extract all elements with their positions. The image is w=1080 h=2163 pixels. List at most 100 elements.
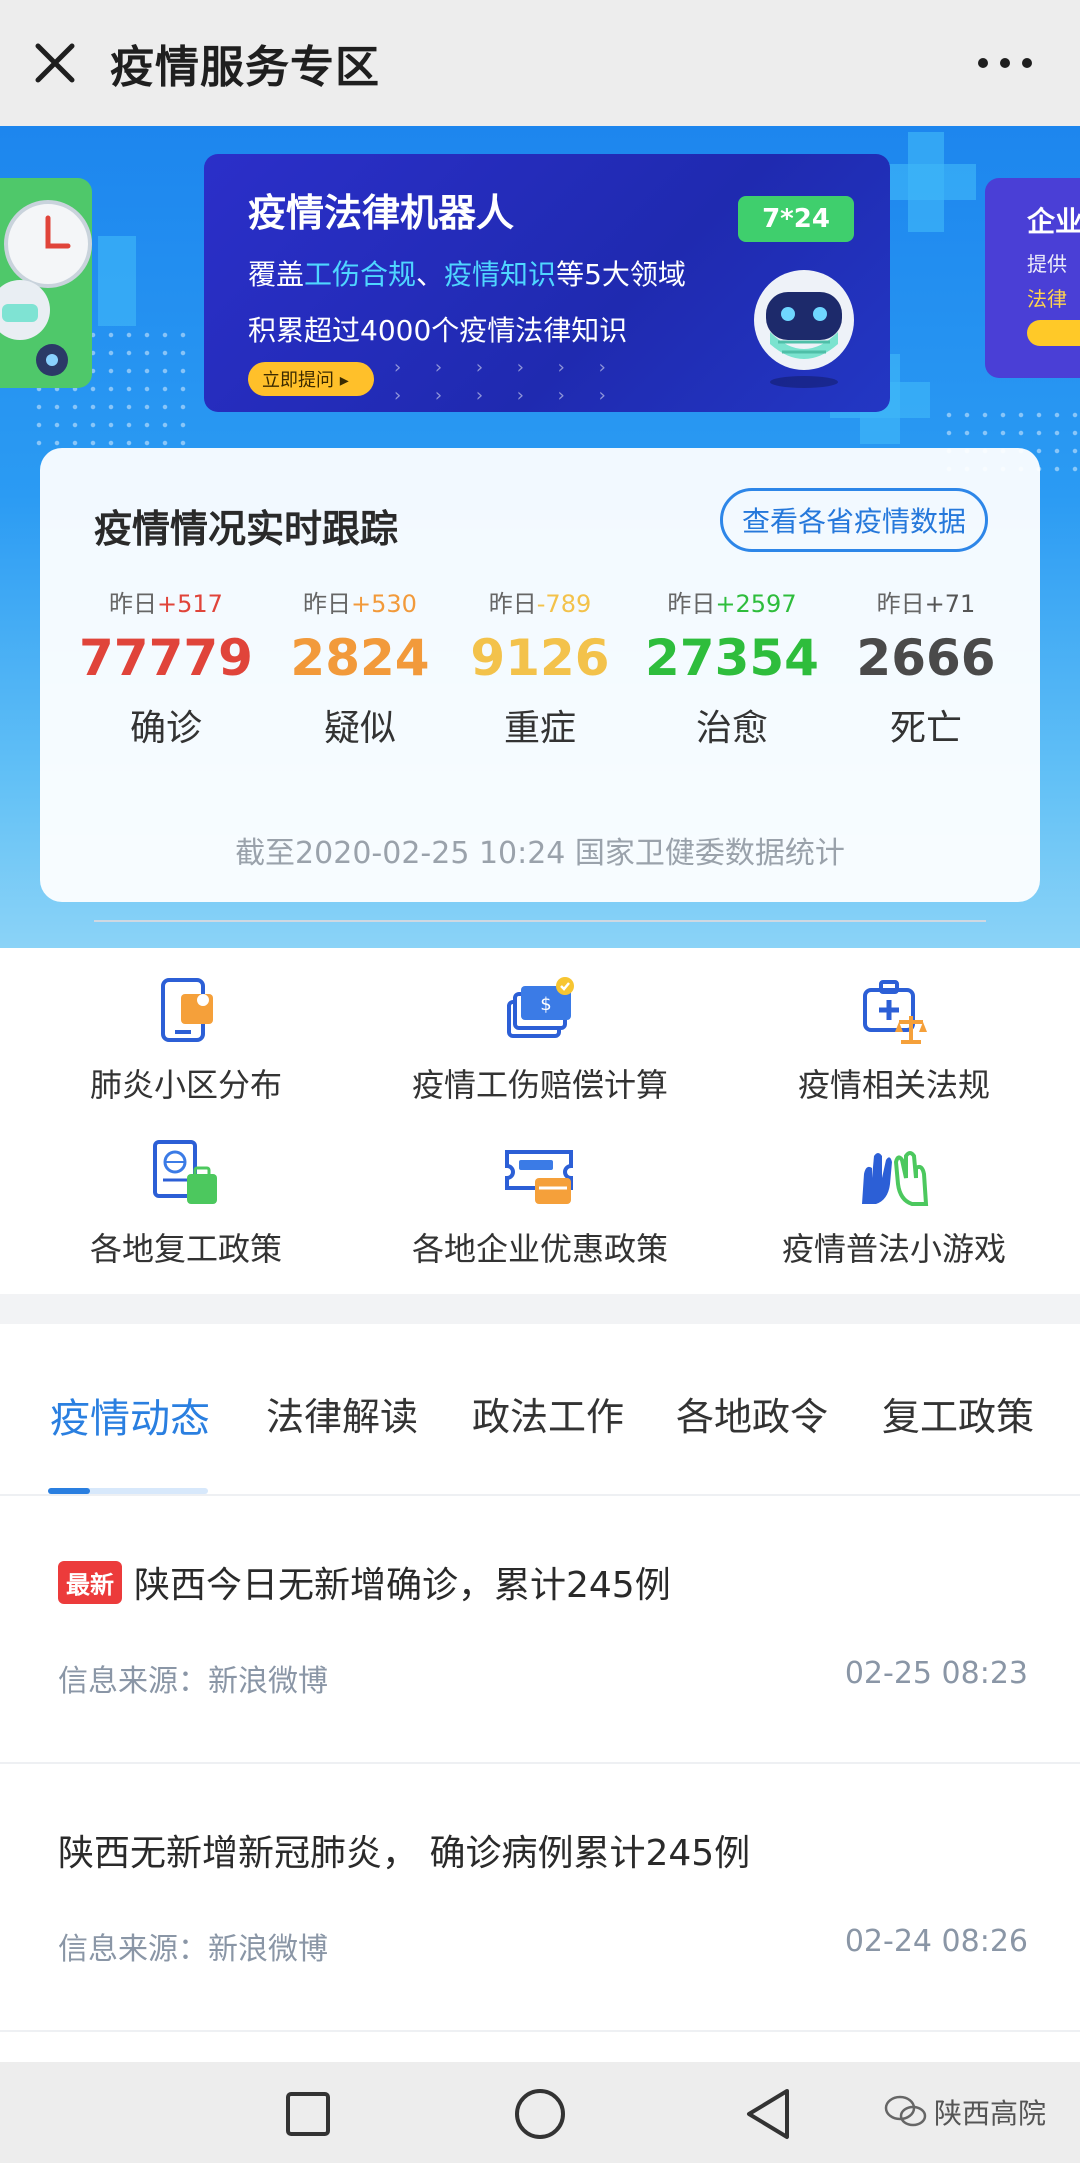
- home-button[interactable]: [510, 2084, 570, 2144]
- stat-label: 疑似: [323, 708, 396, 749]
- service-label: 疫情相关法规: [797, 1066, 990, 1104]
- news-item[interactable]: 最新 陕西今日无新增确诊，累计245例 信息来源：新浪微博 02-25 08:2…: [0, 1498, 1080, 1764]
- stat-label: 重症: [503, 708, 576, 749]
- page-title: 疫情服务专区: [110, 42, 380, 93]
- service-item-compensation-calc[interactable]: $ 疫情工伤赔偿计算: [360, 970, 720, 1106]
- clock-robot-icon: [0, 200, 92, 376]
- service-icon-wrap: [6, 970, 366, 1046]
- tab-political-legal[interactable]: 政法工作: [472, 1386, 624, 1441]
- stat-yday: 昨日+530: [260, 584, 460, 619]
- stat-yday-value: +530: [351, 590, 417, 618]
- service-icon-wrap: [714, 1134, 1074, 1210]
- stats-card: 疫情情况实时跟踪 查看各省疫情数据 昨日+517 77779 确诊 昨日+530…: [40, 448, 1040, 922]
- service-label: 疫情工伤赔偿计算: [411, 1066, 668, 1104]
- stats-source-note: 截至2020-02-25 10:24 国家卫健委数据统计: [235, 836, 845, 871]
- decor-chevrons: › › › › › › › › › › › ›: [394, 357, 620, 406]
- service-item-community-map[interactable]: 肺炎小区分布: [6, 970, 366, 1106]
- stats-title: 疫情情况实时跟踪: [94, 507, 399, 551]
- stat-yday-label: 昨日: [876, 590, 925, 618]
- ask-now-button[interactable]: 立即提问 ▸: [248, 362, 374, 396]
- service-label: 各地企业优惠政策: [411, 1230, 668, 1268]
- new-badge: 最新: [58, 1560, 122, 1604]
- svg-text:$: $: [540, 994, 551, 1015]
- side-banner-right-highlight: 法律: [1027, 287, 1067, 311]
- news-time: 02-25 08:23: [844, 1656, 1028, 1691]
- stat-severe: 昨日-789 9126 重症: [440, 584, 640, 751]
- news-source: 信息来源：新浪微博: [58, 1932, 328, 1967]
- view-provinces-button[interactable]: 查看各省疫情数据: [720, 488, 988, 552]
- service-hours-badge: 7*24: [738, 196, 854, 242]
- stat-cured: 昨日+2597 27354 治愈: [632, 584, 832, 751]
- stat-yday-label: 昨日: [303, 590, 352, 618]
- stat-value: 77779: [79, 629, 253, 687]
- back-button[interactable]: [738, 2084, 798, 2144]
- news-title: 陕西无新增新冠肺炎， 确诊病例累计245例: [58, 1824, 750, 1876]
- hero-section: 疫情法律机器人 覆盖工伤合规、疫情知识等5大领域 积累超过4000个疫情法律知识…: [0, 126, 1080, 948]
- close-icon: [35, 43, 75, 83]
- hands-game-icon: [862, 1151, 929, 1206]
- more-dots-icon: [978, 58, 1032, 68]
- robot-icon: [754, 270, 854, 388]
- news-title-text: 陕西今日无新增确诊，累计245例: [134, 1565, 671, 1606]
- ticket-card-icon: [505, 1150, 573, 1204]
- money-stack-icon: $: [507, 977, 574, 1038]
- top-bar: 疫情服务专区: [0, 0, 1080, 126]
- stat-value: 9126: [470, 629, 610, 687]
- tab-local-orders[interactable]: 各地政令: [676, 1386, 828, 1441]
- stat-yday: 昨日+2597: [632, 584, 832, 619]
- side-banner-left[interactable]: [0, 178, 92, 388]
- stat-yday-label: 昨日: [488, 590, 537, 618]
- service-label: 肺炎小区分布: [89, 1066, 282, 1104]
- news-item[interactable]: 陕西无新增新冠肺炎， 确诊病例累计245例 信息来源：新浪微博 02-24 08…: [0, 1766, 1080, 2032]
- close-button[interactable]: [0, 0, 110, 126]
- stat-label: 确诊: [129, 708, 202, 749]
- stat-yday: 昨日-789: [440, 584, 640, 619]
- decor-cross: [98, 236, 136, 326]
- tab-epidemic-news[interactable]: 疫情动态: [50, 1386, 210, 1444]
- service-icon-wrap: [6, 1134, 366, 1210]
- side-banner-right-text: 提供: [1027, 252, 1067, 276]
- stat-deaths: 昨日+71 2666 死亡: [826, 584, 1026, 751]
- service-icon-wrap: $: [360, 970, 720, 1046]
- service-item-enterprise-policy[interactable]: 各地企业优惠政策: [360, 1134, 720, 1270]
- stats-divider: [94, 920, 986, 922]
- service-item-regulations[interactable]: 疫情相关法规: [714, 970, 1074, 1106]
- news-source: 信息来源：新浪微博: [58, 1664, 328, 1699]
- stat-label: 治愈: [695, 708, 768, 749]
- watermark: 陕西高院: [884, 2092, 1046, 2132]
- side-banner-right-pill: [1027, 320, 1080, 346]
- stat-value: 2666: [856, 629, 996, 687]
- stat-yday: 昨日+71: [826, 584, 1026, 619]
- service-item-resume-work[interactable]: 各地复工政策: [6, 1134, 366, 1270]
- news-section: 疫情动态 法律解读 政法工作 各地政令 复工政策 最新 陕西今日无新增确诊，累计…: [0, 1324, 1080, 2062]
- map-pin-phone-icon: [161, 978, 213, 1042]
- robot-mascot: [744, 262, 864, 396]
- service-label: 疫情普法小游戏: [781, 1230, 1006, 1268]
- stat-value: 2824: [290, 629, 430, 687]
- tab-resume-policy[interactable]: 复工政策: [882, 1386, 1034, 1441]
- medical-law-icon: [863, 980, 927, 1044]
- service-item-law-game[interactable]: 疫情普法小游戏: [714, 1134, 1074, 1270]
- robot-banner[interactable]: 疫情法律机器人 覆盖工伤合规、疫情知识等5大领域 积累超过4000个疫情法律知识…: [204, 154, 890, 412]
- more-menu-button[interactable]: [970, 36, 1040, 90]
- stat-yday-label: 昨日: [109, 590, 158, 618]
- square-icon: [286, 2092, 330, 2136]
- service-icon-wrap: [714, 970, 1074, 1046]
- stat-yday-value: +71: [924, 590, 976, 618]
- tab-law-interpretation[interactable]: 法律解读: [266, 1386, 418, 1441]
- watermark-text: 陕西高院: [934, 2097, 1047, 2130]
- stat-confirmed: 昨日+517 77779 确诊: [66, 584, 266, 751]
- recent-apps-button[interactable]: [278, 2084, 338, 2144]
- system-nav-bar: 陕西高院: [0, 2062, 1080, 2163]
- circle-icon: [515, 2089, 565, 2139]
- stat-yday-value: -789: [536, 590, 592, 618]
- news-title: 最新 陕西今日无新增确诊，累计245例: [58, 1556, 671, 1608]
- news-time: 02-24 08:26: [844, 1924, 1028, 1959]
- side-banner-right[interactable]: 企业 提供 法律: [985, 178, 1080, 378]
- stat-label: 死亡: [889, 708, 962, 749]
- stat-value: 27354: [645, 629, 819, 687]
- stat-yday-value: +517: [157, 590, 223, 618]
- stat-yday-label: 昨日: [667, 590, 716, 618]
- tab-active-indicator: [48, 1488, 90, 1494]
- wechat-icon: [884, 2095, 927, 2127]
